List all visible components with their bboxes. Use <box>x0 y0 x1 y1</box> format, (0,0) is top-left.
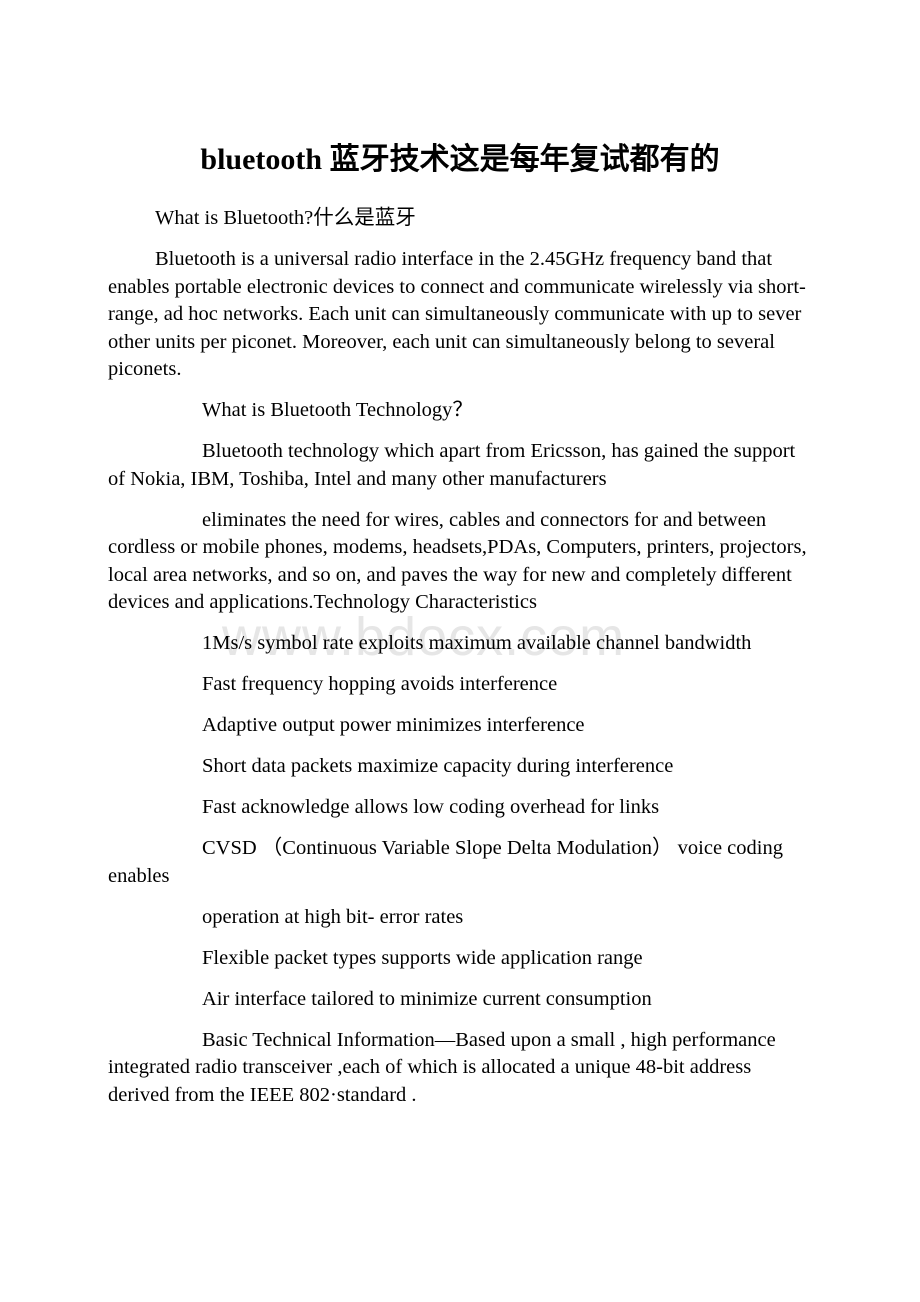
para-operation-bit-error: operation at high bit- error rates <box>202 905 464 928</box>
page-title: bluetooth 蓝牙技术这是每年复试都有的 <box>200 143 720 176</box>
para-fast-acknowledge: Fast acknowledge allows low coding overh… <box>202 796 660 818</box>
para-cvsd: CVSD （Continuous Variable Slope Delta Mo… <box>108 837 783 887</box>
para-bluetooth-support: Bluetooth technology which apart from Er… <box>108 440 796 490</box>
para-symbol-rate: 1Ms/s symbol rate exploits maximum avail… <box>202 632 752 654</box>
para-frequency-hopping: Fast frequency hopping avoids interferen… <box>202 673 558 695</box>
heading-what-is-bluetooth-technology: What is Bluetooth Technology？ <box>202 399 473 421</box>
para-air-interface: Air interface tailored to minimize curre… <box>202 987 652 1010</box>
para-bluetooth-definition: Bluetooth is a universal radio interface… <box>108 248 806 380</box>
para-adaptive-output-power: Adaptive output power minimizes interfer… <box>202 714 585 736</box>
para-basic-technical-information: Basic Technical Information—Based upon a… <box>108 1028 776 1106</box>
para-eliminates-wires: eliminates the need for wires, cables an… <box>108 508 807 614</box>
para-flexible-packet-types: Flexible packet types supports wide appl… <box>202 946 643 969</box>
document-page: www.bdocx.com bluetooth 蓝牙技术这是每年复试都有的 Wh… <box>0 0 920 1302</box>
heading-what-is-bluetooth: What is Bluetooth?什么是蓝牙 <box>155 207 416 229</box>
document-body: What is Bluetooth?什么是蓝牙 Bluetooth is a un… <box>108 205 812 1123</box>
para-short-data-packets: Short data packets maximize capacity dur… <box>202 755 674 777</box>
